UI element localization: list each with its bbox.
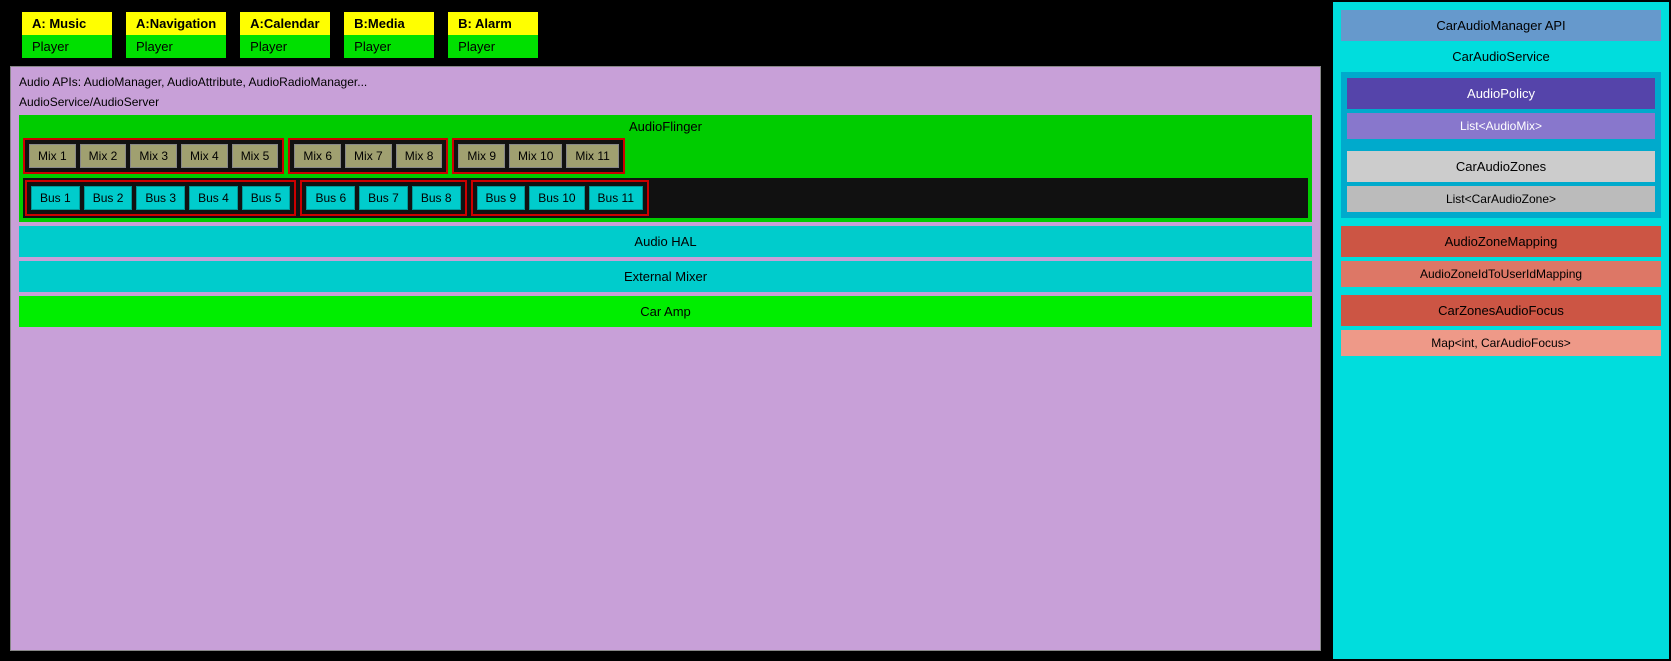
- mix-11: Mix 11: [566, 144, 618, 168]
- mix-5: Mix 5: [232, 144, 279, 168]
- bus-1: Bus 1: [31, 186, 80, 210]
- audio-hal: Audio HAL: [19, 226, 1312, 257]
- bus-3: Bus 3: [136, 186, 185, 210]
- mix-4: Mix 4: [181, 144, 228, 168]
- bus-groups: Bus 1 Bus 2 Bus 3 Bus 4 Bus 5 Bus 6 Bus …: [23, 178, 1308, 218]
- app-music: A: Music Player: [20, 10, 114, 60]
- app-navigation: A:Navigation Player: [124, 10, 228, 60]
- audioflinger-label: AudioFlinger: [23, 119, 1308, 134]
- app-alarm: B: Alarm Player: [446, 10, 540, 60]
- mix-groups: Mix 1 Mix 2 Mix 3 Mix 4 Mix 5 Mix 6 Mix …: [23, 138, 1308, 174]
- bus-2: Bus 2: [84, 186, 133, 210]
- mix-9: Mix 9: [458, 144, 505, 168]
- app-navigation-player: Player: [126, 35, 226, 58]
- bus-6: Bus 6: [306, 186, 355, 210]
- audio-zone-mapping: AudioZoneMapping: [1341, 226, 1661, 257]
- audio-policy: AudioPolicy: [1347, 78, 1655, 109]
- mix-2: Mix 2: [80, 144, 127, 168]
- car-amp: Car Amp: [19, 296, 1312, 327]
- mix-7: Mix 7: [345, 144, 392, 168]
- mix-10: Mix 10: [509, 144, 562, 168]
- car-audio-manager-api: CarAudioManager API: [1341, 10, 1661, 41]
- app-calendar-name: A:Calendar: [240, 12, 330, 35]
- car-audio-service-label: CarAudioService: [1341, 45, 1661, 68]
- car-audio-zones: CarAudioZones: [1347, 151, 1655, 182]
- mix-6: Mix 6: [294, 144, 341, 168]
- bus-7: Bus 7: [359, 186, 408, 210]
- bus-11: Bus 11: [589, 186, 643, 210]
- mix-group-3: Mix 9 Mix 10 Mix 11: [452, 138, 624, 174]
- bus-8: Bus 8: [412, 186, 461, 210]
- api-label: Audio APIs: AudioManager, AudioAttribute…: [19, 75, 1312, 89]
- service-label: AudioService/AudioServer: [19, 95, 1312, 109]
- arch-container: Audio APIs: AudioManager, AudioAttribute…: [10, 66, 1321, 651]
- mix-8: Mix 8: [396, 144, 443, 168]
- app-media-player: Player: [344, 35, 434, 58]
- right-panel: CarAudioManager API CarAudioService Audi…: [1331, 0, 1671, 661]
- mix-group-1: Mix 1 Mix 2 Mix 3 Mix 4 Mix 5: [23, 138, 284, 174]
- car-zones-audio-focus: CarZonesAudioFocus: [1341, 295, 1661, 326]
- app-calendar-player: Player: [240, 35, 330, 58]
- bus-9: Bus 9: [477, 186, 526, 210]
- bus-5: Bus 5: [242, 186, 291, 210]
- rp-inner-top: AudioPolicy List<AudioMix> CarAudioZones…: [1341, 72, 1661, 218]
- app-music-player: Player: [22, 35, 112, 58]
- app-row: A: Music Player A:Navigation Player A:Ca…: [20, 10, 1321, 60]
- app-alarm-player: Player: [448, 35, 538, 58]
- bus-group-2: Bus 6 Bus 7 Bus 8: [300, 180, 466, 216]
- audioflinger-wrapper: AudioFlinger Mix 1 Mix 2 Mix 3 Mix 4 Mix…: [19, 115, 1312, 222]
- mix-3: Mix 3: [130, 144, 177, 168]
- left-panel: A: Music Player A:Navigation Player A:Ca…: [0, 0, 1331, 661]
- app-calendar: A:Calendar Player: [238, 10, 332, 60]
- mix-group-2: Mix 6 Mix 7 Mix 8: [288, 138, 448, 174]
- bus-4: Bus 4: [189, 186, 238, 210]
- bus-group-3: Bus 9 Bus 10 Bus 11: [471, 180, 650, 216]
- mix-1: Mix 1: [29, 144, 76, 168]
- bus-10: Bus 10: [529, 186, 584, 210]
- bus-group-1: Bus 1 Bus 2 Bus 3 Bus 4 Bus 5: [25, 180, 296, 216]
- app-music-name: A: Music: [22, 12, 112, 35]
- app-alarm-name: B: Alarm: [448, 12, 538, 35]
- audiozoid-mapping: AudioZoneIdToUserIdMapping: [1341, 261, 1661, 287]
- app-media-name: B:Media: [344, 12, 434, 35]
- map-caraudiofocus: Map<int, CarAudioFocus>: [1341, 330, 1661, 356]
- app-media: B:Media Player: [342, 10, 436, 60]
- list-audiomix: List<AudioMix>: [1347, 113, 1655, 139]
- app-navigation-name: A:Navigation: [126, 12, 226, 35]
- list-caraudiozone: List<CarAudioZone>: [1347, 186, 1655, 212]
- external-mixer: External Mixer: [19, 261, 1312, 292]
